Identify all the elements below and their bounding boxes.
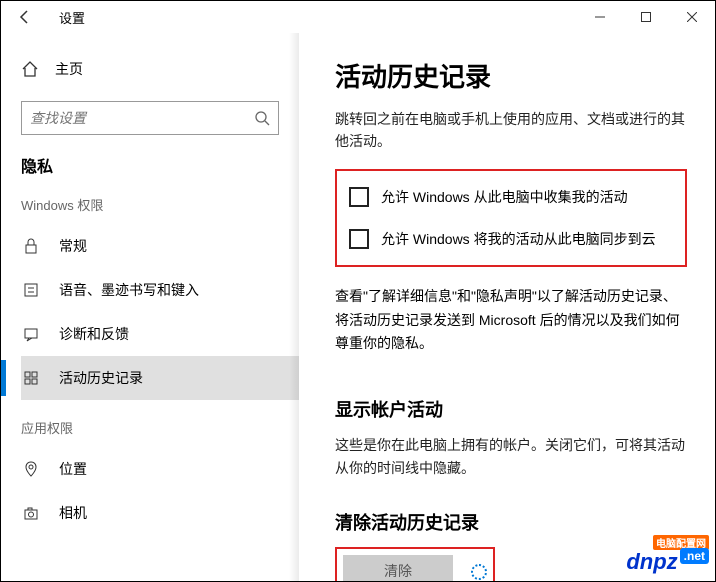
nav-label: 诊断和反馈: [59, 324, 129, 344]
checkbox-icon[interactable]: [349, 229, 369, 249]
watermark: 电脑配置网 dnpz .net: [626, 549, 709, 575]
nav-camera[interactable]: 相机: [21, 491, 299, 535]
nav-label: 活动历史记录: [59, 368, 143, 388]
arrow-left-icon: [17, 9, 33, 25]
back-button[interactable]: [9, 1, 41, 33]
feedback-icon: [21, 326, 41, 342]
lock-icon: [21, 238, 41, 254]
close-icon: [687, 12, 697, 22]
sidebar-shadow: [289, 33, 299, 581]
nav-general[interactable]: 常规: [21, 224, 299, 268]
checkbox-label: 允许 Windows 从此电脑中收集我的活动: [381, 187, 628, 207]
clear-history-heading: 清除活动历史记录: [335, 509, 687, 535]
home-label: 主页: [55, 59, 83, 79]
titlebar: 设置: [1, 1, 715, 33]
close-button[interactable]: [669, 1, 715, 33]
location-icon: [21, 461, 41, 477]
group-app-perms: 应用权限: [21, 418, 299, 437]
group-windows-perms: Windows 权限: [21, 195, 299, 214]
nav-label: 常规: [59, 236, 87, 256]
text-icon: [21, 282, 41, 298]
history-icon: [21, 370, 41, 386]
maximize-button[interactable]: [623, 1, 669, 33]
nav-diagnostics[interactable]: 诊断和反馈: [21, 312, 299, 356]
nav-label: 位置: [59, 459, 87, 479]
minimize-icon: [595, 12, 605, 22]
content-pane: 活动历史记录 跳转回之前在电脑或手机上使用的应用、文档或进行的其他活动。 允许 …: [299, 33, 715, 581]
camera-icon: [21, 505, 41, 521]
show-accounts-desc: 这些是你在此电脑上拥有的帐户。关闭它们，可将其活动从你的时间线中隐藏。: [335, 434, 687, 479]
search-icon: [254, 110, 270, 126]
maximize-icon: [641, 12, 651, 22]
window-title: 设置: [59, 8, 85, 27]
clear-button[interactable]: 清除: [343, 555, 453, 581]
nav-activity-history[interactable]: 活动历史记录: [21, 356, 299, 400]
show-accounts-heading: 显示帐户活动: [335, 396, 687, 422]
privacy-info-text: 查看"了解详细信息"和"隐私声明"以了解活动历史记录、将活动历史记录发送到 Mi…: [335, 285, 687, 356]
checkbox-sync-cloud[interactable]: 允许 Windows 将我的活动从此电脑同步到云: [349, 229, 673, 249]
watermark-suffix: .net: [680, 548, 709, 564]
search-box[interactable]: [21, 101, 279, 135]
section-title: 隐私: [21, 153, 299, 177]
page-heading: 活动历史记录: [335, 57, 687, 94]
window-controls: [577, 1, 715, 33]
checkbox-highlighted-group: 允许 Windows 从此电脑中收集我的活动 允许 Windows 将我的活动从…: [335, 169, 687, 267]
search-input[interactable]: [30, 110, 254, 126]
clear-highlighted-group: 清除: [335, 547, 495, 581]
sidebar: 主页 隐私 Windows 权限 常规 语音、墨迹书写和键入 诊断和反馈: [1, 33, 299, 581]
watermark-main: dnpz: [626, 549, 677, 575]
checkbox-icon[interactable]: [349, 187, 369, 207]
nav-label: 语音、墨迹书写和键入: [59, 280, 199, 300]
nav-location[interactable]: 位置: [21, 447, 299, 491]
checkbox-collect-activity[interactable]: 允许 Windows 从此电脑中收集我的活动: [349, 187, 673, 207]
nav-label: 相机: [59, 503, 87, 523]
minimize-button[interactable]: [577, 1, 623, 33]
home-icon: [21, 60, 39, 78]
loading-spinner-icon: [471, 564, 487, 580]
home-nav[interactable]: 主页: [21, 49, 299, 89]
nav-speech[interactable]: 语音、墨迹书写和键入: [21, 268, 299, 312]
checkbox-label: 允许 Windows 将我的活动从此电脑同步到云: [381, 229, 656, 249]
page-description: 跳转回之前在电脑或手机上使用的应用、文档或进行的其他活动。: [335, 108, 687, 153]
